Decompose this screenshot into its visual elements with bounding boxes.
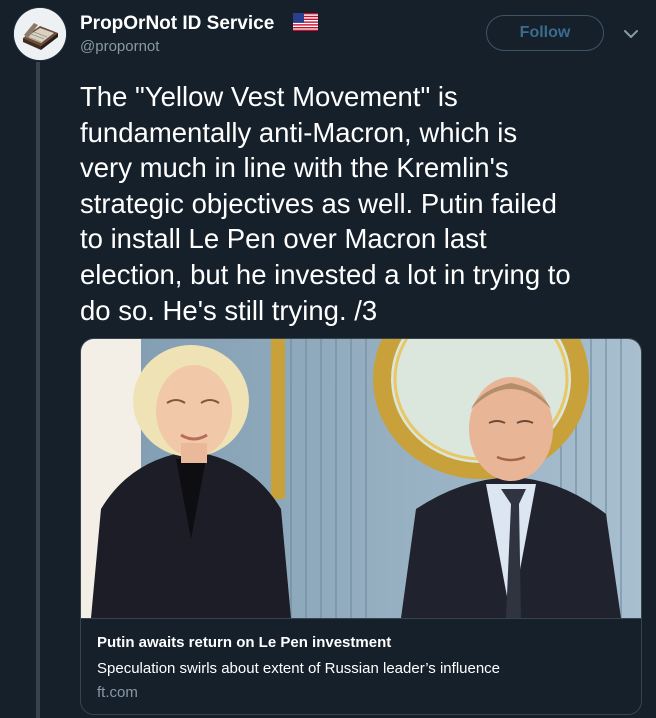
tweet-text-line: The "Yellow Vest Movement" is [80,81,458,112]
tweet-text-line: do so. He's still trying. /3 [80,294,378,326]
thread-connector-line [36,62,40,718]
follow-button[interactable]: Follow [486,15,604,51]
card-description: Speculation swirls about extent of Russi… [97,660,501,677]
tweet-text-line: fundamentally anti-Macron, which is [80,116,518,148]
tweet-text-line: to install Le Pen over Macron last [80,223,487,255]
card-domain: ft.com [97,684,138,701]
card-title[interactable]: Putin awaits return on Le Pen investment [97,634,391,651]
book-avatar-icon [14,8,66,60]
chevron-down-icon[interactable] [621,24,641,44]
display-name[interactable]: PropOrNot ID Service [80,13,274,35]
tweet-text-line: election, but he invested a lot in tryin… [80,258,571,290]
tweet-text-line: very much in line with the Kremlin's [80,152,509,184]
link-preview-card[interactable]: Putin awaits return on Le Pen investment… [80,338,642,715]
tweet-text: The "Yellow Vest Movement" is fundamenta… [80,79,650,328]
user-handle[interactable]: @propornot [80,38,159,55]
tweet-text-line: strategic objectives as well. Putin fail… [80,187,557,219]
us-flag-icon [293,13,318,31]
card-image[interactable] [81,339,641,618]
card-divider [81,618,641,619]
avatar[interactable] [14,8,66,60]
